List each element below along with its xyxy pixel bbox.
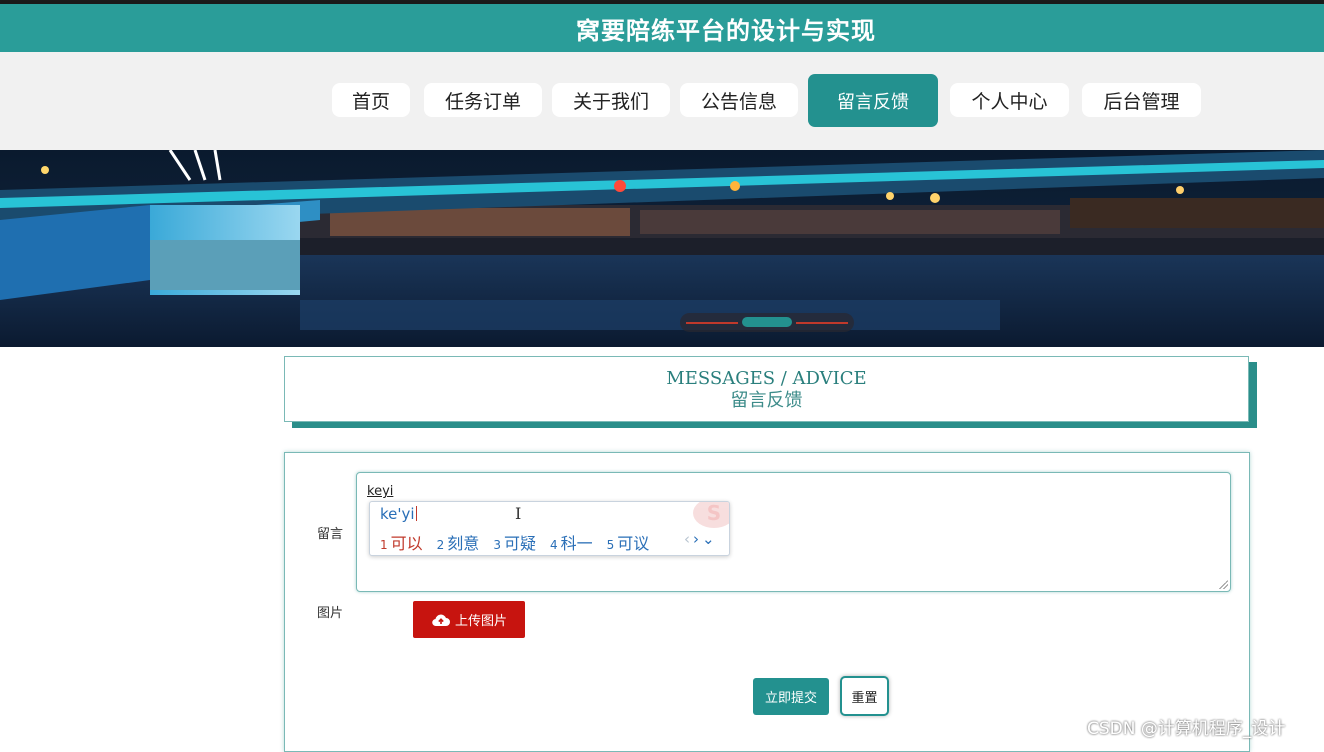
submit-button[interactable]: 立即提交: [753, 678, 829, 715]
nav-item-home[interactable]: 首页: [332, 83, 410, 117]
cloud-upload-icon: [432, 614, 450, 626]
nav-item-notices[interactable]: 公告信息: [680, 83, 798, 117]
ime-candidate-5[interactable]: 5 可议: [607, 530, 650, 554]
section-title-cn: 留言反馈: [730, 390, 803, 411]
nav-item-feedback[interactable]: 留言反馈: [808, 74, 938, 127]
carousel-dot-2-active[interactable]: [742, 317, 792, 327]
reset-button[interactable]: 重置: [840, 676, 889, 716]
ime-page-arrows[interactable]: ‹›⌄: [684, 530, 718, 548]
section-title-box: MESSAGES / ADVICE 留言反馈: [284, 356, 1249, 422]
ime-logo-icon: S: [693, 502, 729, 528]
ime-candidate-4[interactable]: 4 科一: [550, 530, 593, 554]
message-text: keyi: [367, 484, 394, 499]
section-title-en: MESSAGES / ADVICE: [666, 368, 867, 389]
site-title: 窝要陪练平台的设计与实现: [576, 16, 876, 45]
image-label: 图片: [317, 606, 344, 621]
main-nav: 首页 任务订单 关于我们 公告信息 留言反馈 个人中心 后台管理: [0, 52, 1324, 150]
resize-handle[interactable]: [1219, 580, 1228, 589]
ime-candidate-2[interactable]: 2 刻意: [437, 530, 480, 554]
banner-image: [0, 150, 1324, 347]
ime-candidate-3[interactable]: 3 可疑: [493, 530, 536, 554]
feedback-form: 留言 keyi S ke'yi 1 可以 2 刻意 3 可疑 4 科一 5 可议 ‹›⌄ …: [284, 452, 1250, 752]
nav-item-profile[interactable]: 个人中心: [950, 83, 1069, 117]
carousel-indicator: [680, 313, 854, 332]
ime-composition: ke'yi: [380, 505, 415, 523]
ime-candidate-popup: S ke'yi 1 可以 2 刻意 3 可疑 4 科一 5 可议 ‹›⌄: [369, 501, 730, 556]
nav-item-orders[interactable]: 任务订单: [424, 83, 542, 117]
chevron-down-icon[interactable]: ⌄: [702, 530, 718, 548]
ime-candidate-1[interactable]: 1 可以: [380, 530, 423, 554]
text-cursor-icon: I: [515, 504, 522, 523]
nav-item-about[interactable]: 关于我们: [552, 83, 670, 117]
chevron-left-icon[interactable]: ‹: [684, 530, 693, 548]
chevron-right-icon[interactable]: ›: [693, 530, 702, 548]
ime-candidates: 1 可以 2 刻意 3 可疑 4 科一 5 可议: [380, 530, 649, 554]
carousel-dot-1[interactable]: [686, 322, 738, 324]
site-header: 窝要陪练平台的设计与实现: [0, 4, 1324, 52]
message-label: 留言: [317, 527, 344, 542]
nav-item-admin[interactable]: 后台管理: [1082, 83, 1201, 117]
night-bridge-illustration: [0, 150, 1324, 347]
upload-image-button[interactable]: 上传图片: [413, 601, 525, 638]
carousel-dot-3[interactable]: [796, 322, 848, 324]
upload-button-label: 上传图片: [454, 614, 507, 629]
watermark: CSDN @计算机程序_设计: [1087, 719, 1286, 739]
